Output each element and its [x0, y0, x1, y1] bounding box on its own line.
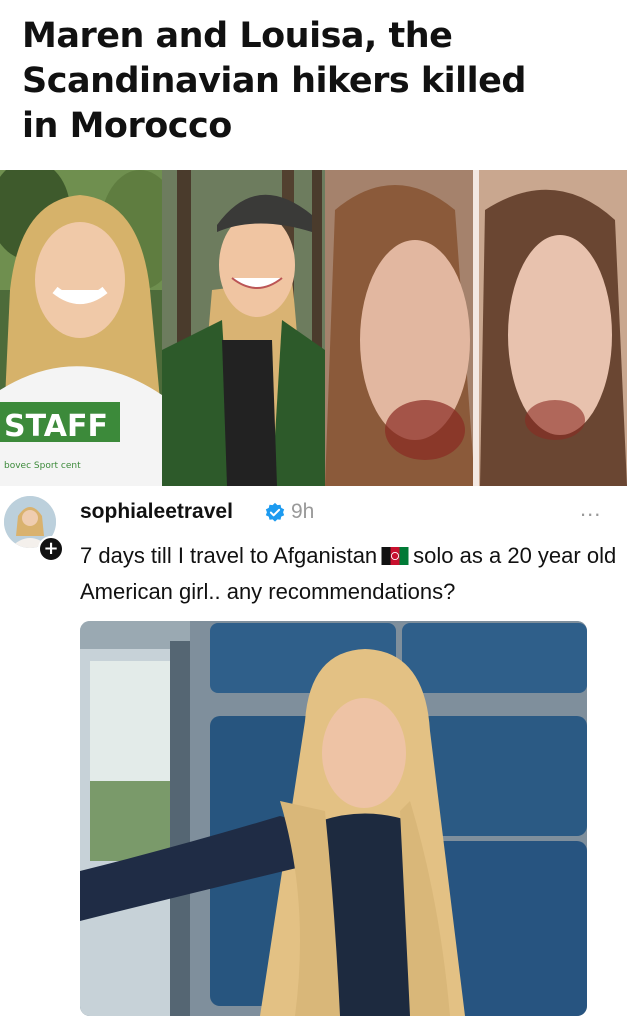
headline-line-1: Maren and Louisa, the [22, 16, 453, 56]
photo-hiker-1: STAFF bovec Sport cent [0, 170, 162, 486]
headline-line-2: Scandinavian hikers killed [22, 61, 526, 101]
photo-hiker-2 [162, 170, 325, 486]
post-time: 9h [291, 500, 315, 523]
post-image[interactable] [80, 621, 587, 1016]
photo-strip: STAFF bovec Sport cent [0, 170, 627, 486]
post-text-part-1: 7 days till I travel to Afganistan [80, 543, 378, 568]
shirt-text: STAFF [4, 409, 108, 444]
verified-badge-icon [265, 502, 285, 522]
username[interactable]: sophialeetravel [80, 500, 233, 524]
headline-line-3: in Morocco [22, 106, 232, 146]
photo-hikers-3 [325, 170, 627, 486]
follow-plus-icon[interactable]: + [38, 536, 64, 562]
afghanistan-flag-icon [381, 547, 409, 565]
more-options-icon[interactable]: ... [580, 496, 601, 522]
post-text: 7 days till I travel to Afganistan solo … [80, 538, 620, 610]
shirt-subtext: bovec Sport cent [4, 461, 81, 471]
article-headline: Maren and Louisa, the Scandinavian hiker… [22, 14, 612, 149]
